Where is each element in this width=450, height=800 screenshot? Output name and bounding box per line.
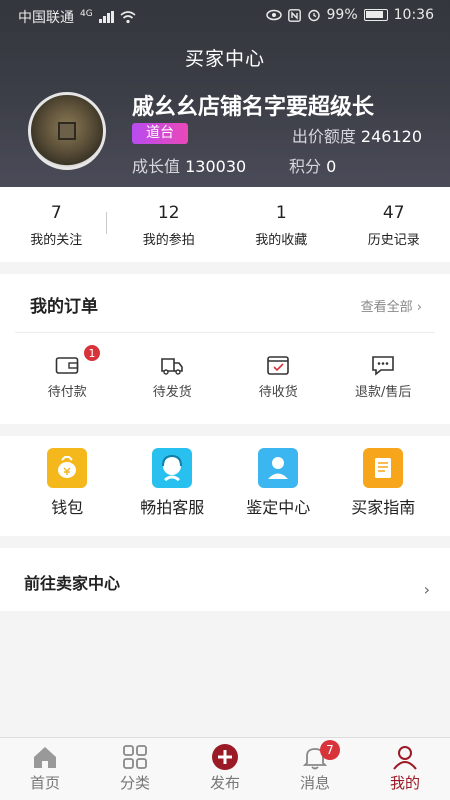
stats-bar: 7 我的关注 12 我的参拍 1 我的收藏 47 历史记录 (0, 187, 450, 262)
stat-bidding[interactable]: 12 我的参拍 (113, 187, 226, 262)
status-bar: 中国联通 4G 99% 10:36 (0, 0, 450, 32)
eye-icon (265, 9, 282, 21)
stat-label: 我的收藏 (255, 233, 308, 248)
coin-hole (58, 122, 76, 140)
divider (15, 332, 435, 333)
chevron-right-icon: › (416, 300, 422, 315)
order-refund[interactable]: 退款/售后 (327, 354, 440, 400)
tool-appraisal[interactable]: 鉴定中心 (222, 448, 335, 518)
tab-label: 消息 (299, 774, 330, 792)
order-badge: 1 (83, 344, 101, 362)
level-badge: 道台 (132, 123, 188, 144)
wallet-icon (55, 357, 79, 374)
truck-icon (161, 358, 184, 375)
orders-title: 我的订单 (30, 297, 98, 317)
user-icon (258, 448, 299, 488)
order-to-ship[interactable]: 待发货 (116, 354, 229, 400)
chat-dots-icon (372, 356, 395, 376)
battery-percent: 99% (326, 7, 358, 23)
tab-publish[interactable]: 发布 (180, 738, 270, 800)
tool-buyer-guide[interactable]: 买家指南 (327, 448, 440, 518)
bid-quota: 出价额度 246120 (292, 123, 422, 147)
wifi-icon (120, 10, 136, 23)
page-title: 买家中心 (184, 48, 265, 70)
plus-circle-icon (212, 744, 238, 770)
order-label: 待付款 (47, 385, 87, 400)
order-label: 退款/售后 (355, 385, 412, 400)
money-bag-icon (47, 448, 88, 488)
order-label: 待发货 (152, 385, 192, 400)
tool-label: 买家指南 (351, 498, 416, 517)
signal-icon (98, 11, 114, 23)
order-pending-payment[interactable]: 1 待付款 (11, 344, 124, 400)
box-check-icon (267, 356, 290, 375)
book-icon (363, 448, 404, 488)
stat-count: 47 (382, 203, 405, 223)
carrier-label: 中国联通 (18, 10, 74, 26)
points-label: 积分 (289, 157, 322, 176)
tab-label: 发布 (209, 774, 240, 792)
tool-customer-service[interactable]: 畅拍客服 (116, 448, 229, 518)
points: 积分 0 (289, 153, 336, 177)
messages-badge: 7 (320, 740, 340, 760)
network-type: 4G (80, 9, 93, 19)
order-label: 待收货 (258, 385, 298, 400)
tool-wallet[interactable]: 钱包 (11, 448, 124, 518)
tab-label: 分类 (119, 774, 150, 792)
stat-following[interactable]: 7 我的关注 (0, 187, 113, 262)
stat-label: 我的参拍 (142, 233, 195, 248)
avatar[interactable] (28, 92, 106, 170)
growth-label: 成长值 (132, 157, 181, 176)
clock: 10:36 (393, 7, 434, 23)
shop-name: 戚幺幺店铺名字要超级长 (132, 95, 375, 120)
profile-header: 中国联通 4G 99% 10:36 买家中心 戚幺幺店铺名字要超级长 道台 出价… (0, 0, 450, 187)
stat-count: 7 (50, 203, 62, 223)
bottom-tab-bar: 首页 分类 发布 7 消息 我的 (0, 737, 450, 800)
seller-center-link[interactable]: 前往卖家中心 › (0, 548, 450, 611)
alarm-icon (307, 9, 320, 22)
chevron-right-icon: › (423, 580, 430, 599)
grid-icon (123, 745, 147, 769)
points-number: 0 (326, 157, 337, 176)
tab-category[interactable]: 分类 (90, 738, 180, 800)
nfc-icon (287, 8, 301, 22)
stat-history[interactable]: 47 历史记录 (338, 187, 450, 262)
person-icon (393, 746, 417, 770)
seller-center-label: 前往卖家中心 (24, 574, 121, 593)
tab-label: 首页 (29, 774, 60, 792)
stats-divider (106, 212, 107, 234)
bid-quota-value: 246120 (360, 127, 422, 146)
tool-label: 鉴定中心 (246, 498, 311, 517)
tab-label: 我的 (389, 774, 420, 792)
customer-service-icon (152, 448, 193, 488)
growth-value: 成长值 130030 (132, 153, 246, 177)
home-icon (34, 747, 56, 768)
stat-label: 我的关注 (30, 233, 83, 248)
growth-number: 130030 (185, 157, 247, 176)
tab-mine[interactable]: 我的 (360, 738, 450, 800)
stat-count: 1 (275, 203, 287, 223)
tools-card: 钱包 畅拍客服 鉴定中心 买家指南 (0, 436, 450, 536)
bid-quota-label: 出价额度 (291, 127, 356, 146)
order-to-receive[interactable]: 待收货 (222, 354, 335, 400)
view-all-label: 查看全部 (360, 300, 413, 315)
stat-label: 历史记录 (367, 233, 420, 248)
stat-favorites[interactable]: 1 我的收藏 (225, 187, 338, 262)
tab-home[interactable]: 首页 (0, 738, 90, 800)
tab-messages[interactable]: 7 消息 (270, 738, 360, 800)
orders-card: 我的订单 查看全部 › 1 待付款 待发货 待收货 退款/售后 (0, 274, 450, 424)
view-all-orders-link[interactable]: 查看全部 › (361, 296, 422, 315)
battery-icon (363, 9, 388, 21)
tool-label: 畅拍客服 (140, 498, 205, 517)
tool-label: 钱包 (51, 498, 84, 517)
stat-count: 12 (157, 203, 180, 223)
